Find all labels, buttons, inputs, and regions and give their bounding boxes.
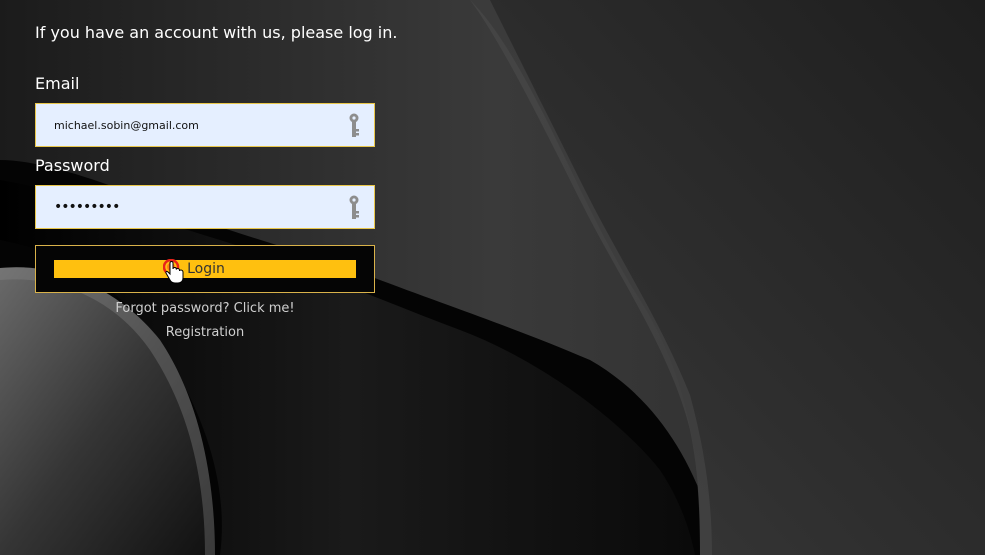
email-field-container xyxy=(35,103,375,147)
login-intro-text: If you have an account with us, please l… xyxy=(35,23,398,42)
key-icon xyxy=(349,195,359,219)
registration-link[interactable]: Registration xyxy=(35,325,375,340)
hand-pointer-icon xyxy=(163,259,184,284)
password-field[interactable] xyxy=(54,186,334,228)
login-button-frame: Login xyxy=(35,245,375,293)
password-label: Password xyxy=(35,156,110,175)
forgot-password-link[interactable]: Forgot password? Click me! xyxy=(35,301,375,316)
login-button-label: Login xyxy=(187,261,225,277)
login-page: If you have an account with us, please l… xyxy=(0,0,985,555)
email-field[interactable] xyxy=(54,104,334,146)
email-label: Email xyxy=(35,74,80,93)
key-icon xyxy=(349,113,359,137)
password-field-container xyxy=(35,185,375,229)
login-button[interactable]: Login xyxy=(54,260,356,278)
